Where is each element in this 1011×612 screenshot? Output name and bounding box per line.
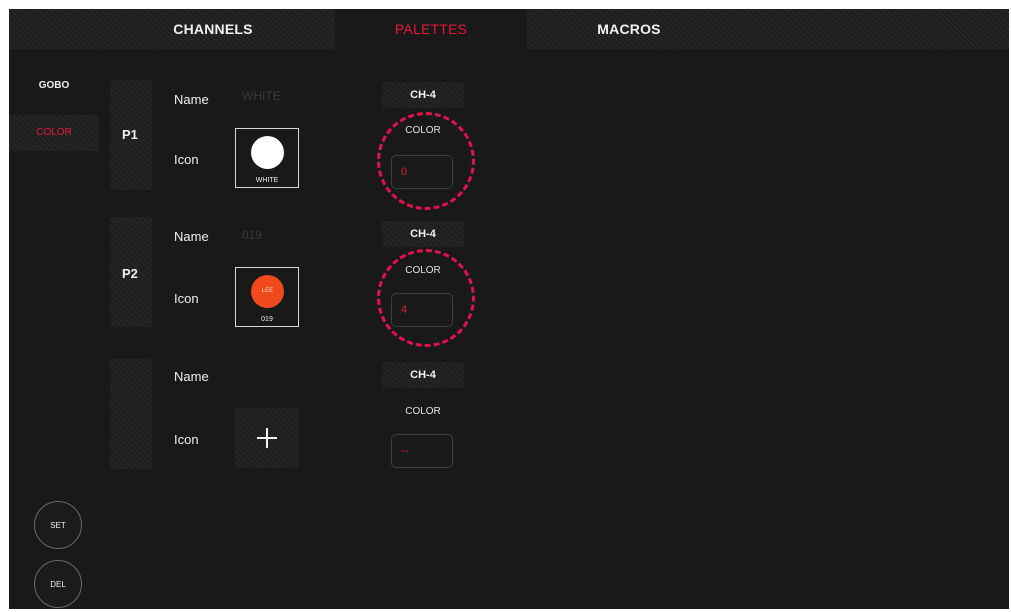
- channel-header: CH-4: [382, 82, 464, 108]
- tab-palettes[interactable]: PALETTES: [335, 9, 527, 49]
- channel-attribute-label: COLOR: [405, 406, 441, 417]
- palette-icon-button[interactable]: LEE 019: [235, 267, 299, 327]
- icon-label: Icon: [174, 152, 199, 167]
- sidebar-item-color[interactable]: COLOR: [9, 115, 99, 151]
- del-button[interactable]: DEL: [34, 560, 82, 608]
- tab-macros[interactable]: MACROS: [549, 9, 709, 49]
- name-label: Name: [174, 369, 209, 384]
- palettes-app: CHANNELS PALETTES MACROS GOBO COLOR SET …: [9, 9, 1009, 609]
- highlight-ring: [377, 249, 475, 347]
- tab-channels[interactable]: CHANNELS: [139, 9, 287, 49]
- icon-label: Icon: [174, 291, 199, 306]
- palette-name-value[interactable]: 019: [242, 228, 262, 242]
- palette-icon-button[interactable]: WHITE: [235, 128, 299, 188]
- set-button[interactable]: SET: [34, 501, 82, 549]
- channel-header: CH-4: [382, 221, 464, 247]
- channel-value-input[interactable]: --: [391, 434, 453, 468]
- icon-caption: 019: [261, 316, 273, 323]
- icon-label: Icon: [174, 432, 199, 447]
- highlight-ring: [377, 112, 475, 210]
- orange-color-swatch-icon: LEE: [251, 275, 284, 308]
- sidebar-item-gobo[interactable]: GOBO: [9, 80, 99, 91]
- palette-name-value[interactable]: WHITE: [242, 89, 281, 103]
- palette-id-label: P1: [122, 127, 138, 142]
- channel-header: CH-4: [382, 362, 464, 388]
- palette-id-label: P2: [122, 266, 138, 281]
- icon-caption: WHITE: [255, 177, 279, 184]
- tab-bar: CHANNELS PALETTES MACROS: [9, 9, 1009, 49]
- add-icon-button[interactable]: [235, 408, 299, 468]
- name-label: Name: [174, 229, 209, 244]
- plus-icon: [257, 428, 277, 448]
- name-label: Name: [174, 92, 209, 107]
- white-color-swatch-icon: [251, 136, 284, 169]
- palette-slot-empty[interactable]: [110, 359, 152, 469]
- swatch-brand-text: LEE: [261, 288, 274, 294]
